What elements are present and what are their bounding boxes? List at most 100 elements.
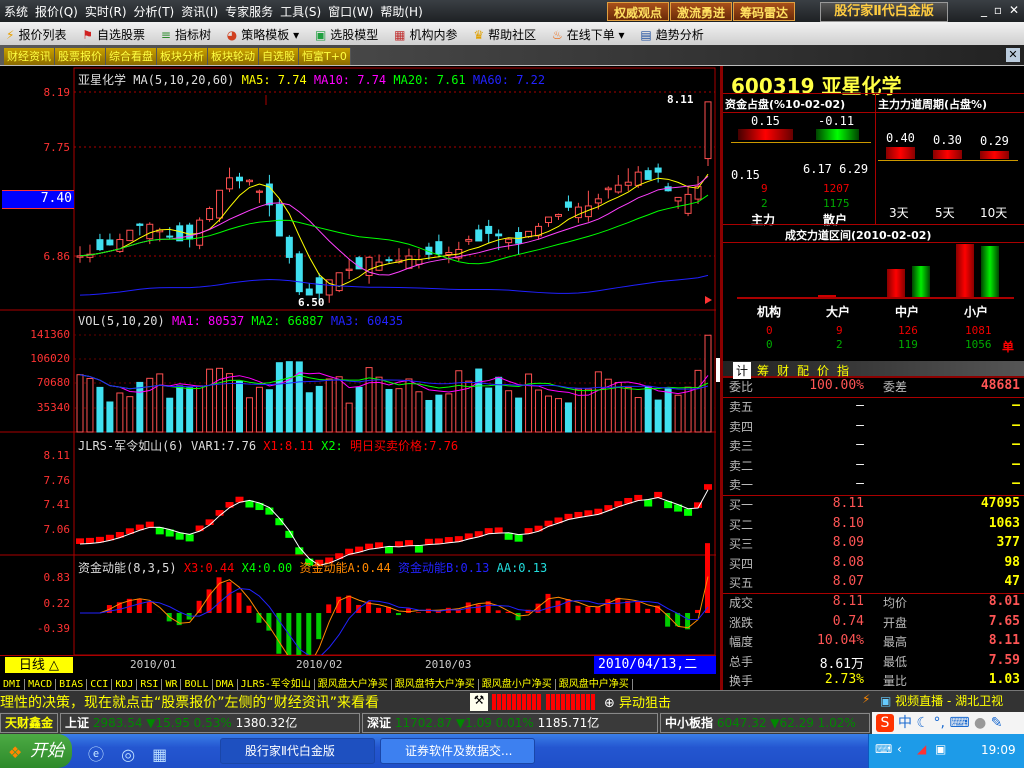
zj-b: 资金动能B:0.13 [398, 561, 490, 575]
menu-help[interactable]: 帮助(H) [376, 0, 425, 20]
video-live-button[interactable]: ▣ 视频直播 - 湖北卫视 [880, 692, 1003, 709]
wrench-icon: ✎ [990, 715, 1003, 731]
main-fund-share: 0.15 [751, 114, 780, 128]
surge-button[interactable]: 激流勇进 [670, 2, 733, 21]
tab-t0[interactable]: 恒富T+0 [299, 48, 351, 65]
help-community-button[interactable]: ♛ 帮助社区 [467, 22, 542, 43]
ind-cci[interactable]: CCI [87, 679, 113, 690]
momentum-bar [405, 608, 411, 614]
menu-realtime[interactable]: 实时(R) [81, 0, 130, 20]
ind-dmi[interactable]: DMI [0, 679, 26, 690]
volume-axis-label: 35340 [36, 401, 70, 414]
momentum-bar [346, 595, 352, 614]
zj-x4: X4:0.00 [241, 561, 293, 575]
indicator-tabs: DMI MACD BIAS CCI KDJ RSI WR BOLL DMA JLRS-军令如山 跟风… [0, 675, 720, 690]
volume-bar [515, 397, 523, 433]
ind-xbig-buy[interactable]: 跟风盘特大户净买 [391, 679, 479, 690]
tab-sector-rotation[interactable]: 板块轮动 [208, 48, 259, 65]
zj-a: 资金动能A:0.44 [299, 561, 391, 575]
shanghai-index[interactable]: 上证 2983.54 ▼15.95 0.53% 1380.32亿 [60, 713, 360, 733]
ind-wr[interactable]: WR [162, 679, 182, 690]
volume-bar [624, 387, 632, 433]
institution-ref-button[interactable]: ▦ 机构内参 [388, 22, 463, 43]
authority-view-button[interactable]: 权威观点 [607, 2, 670, 21]
candle-up [345, 268, 353, 271]
volume-bar [325, 378, 333, 433]
online-order-button[interactable]: ♨ 在线下单 ▾ [546, 22, 631, 43]
ind-rsi[interactable]: RSI [137, 679, 163, 690]
ime-toolbar[interactable]: S中 ☾ °, ⌨ ● ✎ [872, 712, 1024, 734]
ime-mode[interactable]: 中 [898, 715, 912, 731]
menu-system[interactable]: 系统 [0, 0, 31, 20]
momentum-bar [246, 605, 252, 614]
watchlist-button[interactable]: ⚑ 自选股票 [76, 22, 151, 43]
tab-sector-analysis[interactable]: 板块分析 [157, 48, 208, 65]
tools-icon[interactable]: ⚒ [470, 693, 488, 711]
ind-bias[interactable]: BIAS [56, 679, 88, 690]
subtab-index[interactable]: 指 [837, 362, 849, 379]
menu-window[interactable]: 窗口(W) [324, 0, 376, 20]
candle-down [564, 201, 572, 208]
candle-up [604, 187, 612, 191]
strategy-template-button[interactable]: ◕ 策略模板 ▾ [221, 22, 305, 43]
chip-radar-button[interactable]: 筹码雷达 [733, 2, 796, 21]
volume-bar [315, 385, 323, 433]
stock-name: 亚星化学 [821, 74, 902, 98]
menu-quote[interactable]: 报价(Q) [31, 0, 81, 20]
menu-tools[interactable]: 工具(S) [276, 0, 324, 20]
alert-snipe-button[interactable]: ⊕ 异动狙击 [604, 692, 864, 712]
ind-big-buy[interactable]: 跟风盘大户净买 [314, 679, 392, 690]
ind-mid-buy[interactable]: 跟风盘中户净买 [555, 679, 633, 690]
ind-macd[interactable]: MACD [25, 679, 57, 690]
institution-sell: 0 [766, 338, 773, 351]
volume-bar [415, 391, 423, 433]
windows-logo-icon: ❖ [8, 743, 23, 762]
subtab-allot[interactable]: 配 [797, 362, 809, 379]
tab-overview[interactable]: 综合看盘 [106, 48, 157, 65]
subtab-price[interactable]: 价 [817, 362, 829, 379]
ind-small-buy[interactable]: 跟风盘小户净买 [478, 679, 556, 690]
close-tab-icon[interactable]: ✕ [1006, 48, 1020, 62]
sme-index[interactable]: 中小板指 6047.32 ▼62.29 1.02% [660, 713, 870, 733]
tab-stock-quote[interactable]: 股票报价 [55, 48, 106, 65]
start-label: 开始 [30, 741, 64, 761]
news-ticker[interactable]: 理性的决策，现在就点击“股票报价”左侧的“财经资讯”来看看 [0, 692, 470, 711]
trend-analysis-button[interactable]: ▤ 趋势分析 [634, 22, 709, 43]
candle-down [315, 277, 323, 294]
subtab-chips[interactable]: 筹 [757, 362, 769, 379]
tab-watchlist[interactable]: 自选股 [259, 48, 299, 65]
menu-analysis[interactable]: 分析(T) [130, 0, 178, 20]
volume-bar [226, 373, 234, 433]
momentum-bar [585, 606, 591, 614]
ind-kdj[interactable]: KDJ [112, 679, 138, 690]
menu-info[interactable]: 资讯(I) [177, 0, 221, 20]
ind-jlrs[interactable]: JLRS-军令如山 [237, 679, 315, 690]
zj-axis-label: -0.39 [36, 622, 70, 635]
volume-bar [96, 386, 104, 433]
indicator-tree-button[interactable]: ≡ 指标树 [155, 22, 217, 43]
task-browser[interactable]: 证券软件及数据交... [380, 738, 535, 764]
candle-down [475, 229, 483, 242]
tab-finance-news[interactable]: 财经资讯 [4, 48, 55, 65]
volume-axis-label: 106020 [30, 352, 70, 365]
close-button[interactable]: ✕ [1004, 3, 1024, 19]
buy-row: 买二 8.10 1063 [729, 515, 1020, 532]
ma-label: MA(5,10,20,60) [133, 73, 235, 87]
main-buy-count: 9 [761, 182, 768, 195]
quote-list-button[interactable]: ⚡ 报价列表 [0, 22, 72, 43]
cycle-bar [886, 147, 915, 159]
stock-model-button[interactable]: ▣ 选股模型 [309, 22, 384, 43]
menu-expert[interactable]: 专家服务 [221, 0, 276, 20]
subtab-finance[interactable]: 财 [777, 362, 789, 379]
task-stock-app[interactable]: 股行家Ⅱ代白金版 [220, 738, 375, 764]
mid-sell: 119 [898, 338, 918, 351]
jlrs-bar [175, 532, 184, 540]
subtab-calc[interactable]: 计 [733, 362, 752, 379]
ind-dma[interactable]: DMA [212, 679, 238, 690]
sogou-icon: S [876, 714, 894, 732]
candle-down [136, 223, 144, 226]
ind-boll[interactable]: BOLL [181, 679, 213, 690]
shenzhen-index[interactable]: 深证 11702.87 ▼1.09 0.01% 1185.71亿 [362, 713, 658, 733]
period-selector[interactable]: 日线 △ [4, 656, 74, 674]
quicklaunch-icons[interactable]: ⓔ ◎ ▦ [88, 741, 173, 765]
